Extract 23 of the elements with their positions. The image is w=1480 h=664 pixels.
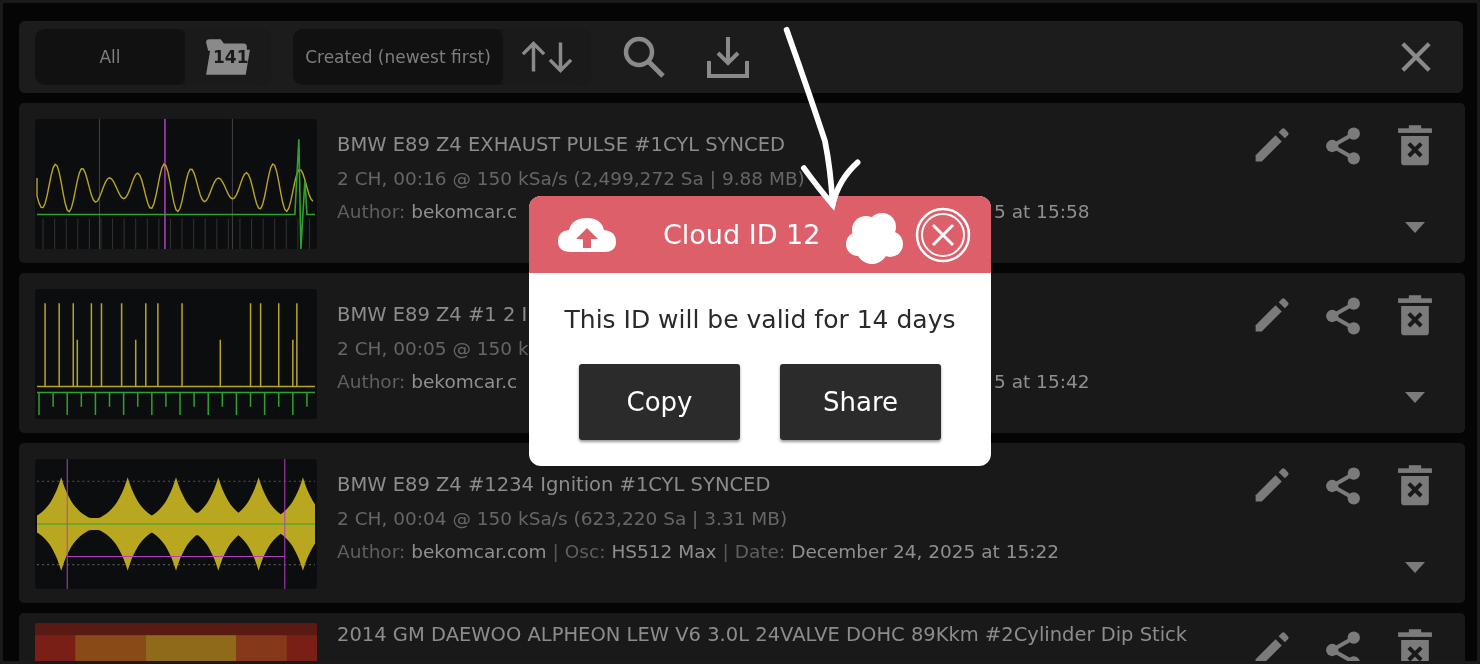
dialog-message: This ID will be valid for 14 days [564, 305, 956, 334]
recording-details: 2 CH, 00:04 @ 150 kSa/s (623,220 Sa | 3.31 MB) [337, 508, 788, 529]
meta-label: Author: [337, 201, 406, 222]
meta-value: HS512 Max [611, 541, 717, 562]
meta-value: 5 at 15:58 [994, 201, 1090, 222]
meta-value: bekomcar.c [411, 201, 518, 222]
meta-value: bekomcar.com [411, 541, 547, 562]
recording-title: BMW E89 Z4 EXHAUST PULSE #1CYL SYNCED [337, 133, 786, 156]
meta-value: December 24, 2025 at 15:22 [791, 541, 1060, 562]
meta-value: 5 at 15:42 [994, 371, 1090, 392]
dialog-title: Cloud ID 12 [663, 219, 821, 250]
recording-title: BMW E89 Z4 #1234 Ignition #1CYL SYNCED [337, 473, 771, 496]
separator: | [722, 541, 729, 562]
recording-details: 2 CH, 00:05 @ 150 k [337, 338, 529, 359]
recording-title: BMW E89 Z4 #1 2 I [337, 303, 528, 326]
meta-label: Osc: [564, 541, 606, 562]
meta-value: bekomcar.c [411, 371, 518, 392]
meta-label: Date: [734, 541, 786, 562]
recording-title: 2014 GM DAEWOO ALPHEON LEW V6 3.0L 24VALVE DOHC 89Kkm #2Cylinder Dip Stick [337, 623, 1188, 646]
separator: | [552, 541, 559, 562]
meta-label: Author: [337, 541, 406, 562]
recording-details: 2 CH, 00:16 @ 150 kSa/s (2,499,272 Sa | 9.88 MB) [337, 168, 805, 189]
meta-label: Author: [337, 371, 406, 392]
